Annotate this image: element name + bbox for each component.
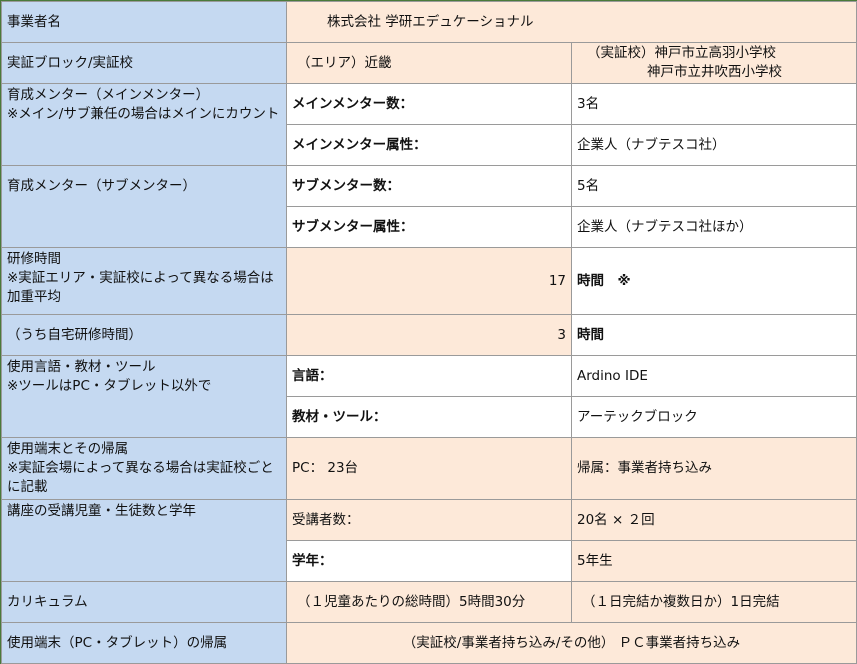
- row-device-owner: 使用端末（PC・タブレット）の帰属 （実証校/事業者持ち込み/その他） ＰＣ事業…: [1, 622, 857, 664]
- grade-label: 学年：: [286, 540, 572, 582]
- main-mentor-label-line1: 育成メンター（メインメンター）: [7, 87, 210, 103]
- block-label: 実証ブロック/実証校: [1, 42, 287, 84]
- main-mentor-label-line2: ※メイン/サブ兼任の場合はメインにカウント: [7, 106, 280, 122]
- device-belong: 帰属：事業者持ち込み: [571, 437, 857, 500]
- row-main-mentor-count: 育成メンター（メインメンター） ※メイン/サブ兼任の場合はメインにカウント メイ…: [1, 83, 857, 166]
- sub-mentor-count-label: サブメンター数：: [286, 165, 572, 207]
- home-training-label: （うち自宅研修時間）: [1, 314, 287, 356]
- row-training: 研修時間 ※実証エリア・実証校によって異なる場合は加重平均 17 時間 ※: [1, 247, 857, 315]
- row-sub-mentor-count: 育成メンター（サブメンター） サブメンター数： 5名: [1, 165, 857, 248]
- device-owner-label: 使用端末（PC・タブレット）の帰属: [1, 622, 287, 664]
- row-device: 使用端末とその帰属 ※実証会場によって異なる場合は実証校ごとに記載 PC： 23…: [1, 437, 857, 500]
- lang-value: Ardino IDE: [571, 355, 857, 397]
- device-pc: PC： 23台: [286, 437, 572, 500]
- training-label-line1: 研修時間: [7, 251, 61, 267]
- sub-mentor-label: 育成メンター（サブメンター）: [1, 165, 287, 248]
- home-training-unit: 時間: [571, 314, 857, 356]
- language-label-line1: 使用言語・教材・ツール: [7, 359, 156, 375]
- curriculum-total: （１児童あたりの総時間）5時間30分: [286, 581, 572, 623]
- curriculum-days: （１日完結か複数日か）1日完結: [571, 581, 857, 623]
- row-curriculum: カリキュラム （１児童あたりの総時間）5時間30分 （１日完結か複数日か）1日完…: [1, 581, 857, 623]
- school-line-1: （実証校）神戸市立高羽小学校: [587, 45, 776, 61]
- training-unit: 時間 ※: [571, 247, 857, 315]
- operator-label: 事業者名: [1, 1, 287, 43]
- main-mentor-attr-value: 企業人（ナブテスコ社）: [571, 124, 857, 166]
- sub-mentor-count-value: 5名: [571, 165, 857, 207]
- students-count-label: 受講者数：: [286, 499, 572, 541]
- device-label-line1: 使用端末とその帰属: [7, 441, 129, 457]
- operator-value: 株式会社 学研エデュケーショナル: [286, 1, 857, 43]
- students-label: 講座の受講児童・生徒数と学年: [1, 499, 287, 582]
- row-block: 実証ブロック/実証校 （エリア）近畿 （実証校）神戸市立高羽小学校 神戸市立井吹…: [1, 42, 857, 84]
- home-training-hours: 3: [286, 314, 572, 356]
- main-mentor-count-label: メインメンター数：: [286, 83, 572, 125]
- device-owner-value: （実証校/事業者持ち込み/その他） ＰＣ事業者持ち込み: [286, 622, 857, 664]
- language-label: 使用言語・教材・ツール ※ツールはPC・タブレット以外で: [1, 355, 287, 438]
- report-table: 事業者名 株式会社 学研エデュケーショナル 実証ブロック/実証校 （エリア）近畿…: [1, 1, 857, 664]
- sub-mentor-attr-value: 企業人（ナブテスコ社ほか）: [571, 206, 857, 248]
- row-home-training: （うち自宅研修時間） 3 時間: [1, 314, 857, 356]
- training-label: 研修時間 ※実証エリア・実証校によって異なる場合は加重平均: [1, 247, 287, 315]
- training-label-line2: ※実証エリア・実証校によって異なる場合は加重平均: [7, 270, 274, 305]
- students-count-value: 20名 × ２回: [571, 499, 857, 541]
- row-language: 使用言語・教材・ツール ※ツールはPC・タブレット以外で 言語： Ardino …: [1, 355, 857, 438]
- main-mentor-count-value: 3名: [571, 83, 857, 125]
- row-students-count: 講座の受講児童・生徒数と学年 受講者数： 20名 × ２回: [1, 499, 857, 582]
- school-value: （実証校）神戸市立高羽小学校 神戸市立井吹西小学校: [571, 42, 857, 84]
- device-label: 使用端末とその帰属 ※実証会場によって異なる場合は実証校ごとに記載: [1, 437, 287, 500]
- report-table-frame: 事業者名 株式会社 学研エデュケーショナル 実証ブロック/実証校 （エリア）近畿…: [0, 0, 857, 664]
- curriculum-label: カリキュラム: [1, 581, 287, 623]
- tool-value: アーテックブロック: [571, 396, 857, 438]
- tool-label: 教材・ツール：: [286, 396, 572, 438]
- area-value: （エリア）近畿: [286, 42, 572, 84]
- language-label-line2: ※ツールはPC・タブレット以外で: [7, 378, 212, 394]
- main-mentor-attr-label: メインメンター属性：: [286, 124, 572, 166]
- training-hours: 17: [286, 247, 572, 315]
- device-label-line2: ※実証会場によって異なる場合は実証校ごとに記載: [7, 460, 274, 495]
- sub-mentor-attr-label: サブメンター属性：: [286, 206, 572, 248]
- lang-label: 言語：: [286, 355, 572, 397]
- grade-value: 5年生: [571, 540, 857, 582]
- row-operator: 事業者名 株式会社 学研エデュケーショナル: [1, 1, 857, 43]
- main-mentor-label: 育成メンター（メインメンター） ※メイン/サブ兼任の場合はメインにカウント: [1, 83, 287, 166]
- school-line-2: 神戸市立井吹西小学校: [647, 64, 782, 80]
